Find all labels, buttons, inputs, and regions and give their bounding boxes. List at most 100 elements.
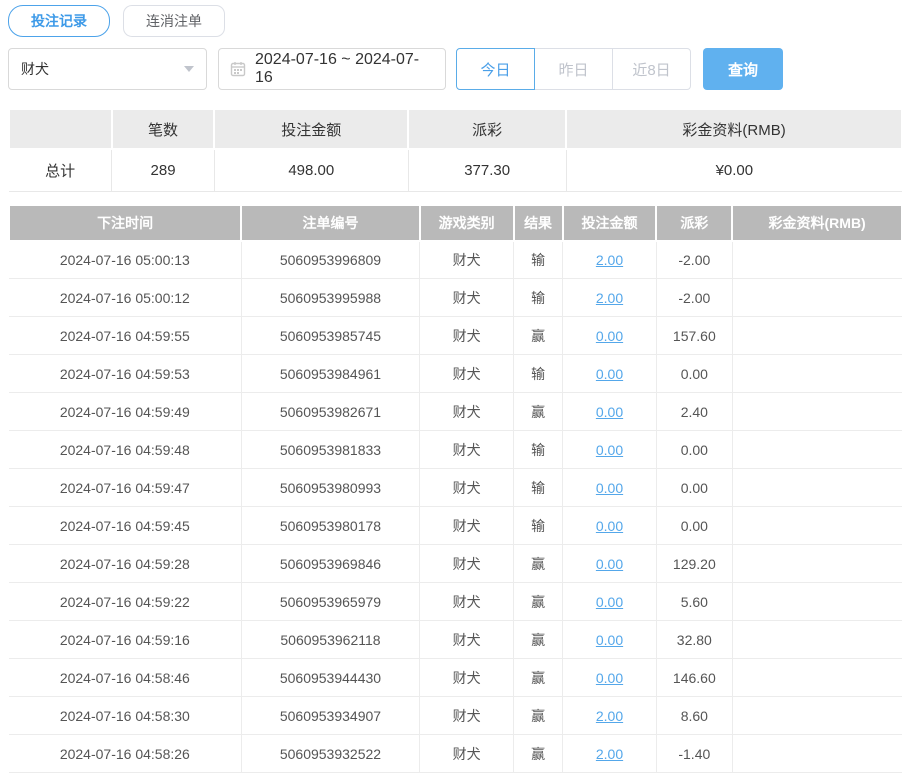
chevron-down-icon (184, 66, 194, 72)
bet-amount-link[interactable]: 0.00 (596, 556, 623, 572)
bet-amount-link[interactable]: 0.00 (596, 404, 623, 420)
header-bet-amount: 投注金额 (563, 205, 657, 241)
cell-order-number: 5060953984961 (241, 355, 420, 393)
table-row: 2024-07-16 04:59:49 5060953982671 财犬 赢 0… (9, 393, 902, 431)
cell-bet-amount: 0.00 (563, 583, 657, 621)
table-row: 2024-07-16 04:59:53 5060953984961 财犬 输 0… (9, 355, 902, 393)
bet-amount-link[interactable]: 2.00 (596, 290, 623, 306)
cell-bet-time: 2024-07-16 04:59:47 (9, 469, 241, 507)
cell-bonus (732, 241, 902, 279)
cell-game-type: 财犬 (420, 545, 514, 583)
cell-payout: 146.60 (656, 659, 732, 697)
bet-amount-link[interactable]: 0.00 (596, 518, 623, 534)
cell-bonus (732, 697, 902, 735)
cell-bonus (732, 507, 902, 545)
cell-bonus (732, 583, 902, 621)
cell-order-number: 5060953995988 (241, 279, 420, 317)
cell-game-type: 财犬 (420, 279, 514, 317)
cell-bonus (732, 659, 902, 697)
cell-game-type: 财犬 (420, 659, 514, 697)
cell-order-number: 5060953982671 (241, 393, 420, 431)
cell-bet-amount: 2.00 (563, 735, 657, 773)
cell-bet-time: 2024-07-16 04:58:30 (9, 697, 241, 735)
cell-result: 赢 (514, 583, 563, 621)
record-type-tabs: 投注记录 连消注单 (8, 5, 903, 37)
game-select[interactable]: 财犬 (8, 48, 207, 90)
cell-order-number: 5060953965979 (241, 583, 420, 621)
table-row: 2024-07-16 04:58:46 5060953944430 财犬 赢 0… (9, 659, 902, 697)
cell-game-type: 财犬 (420, 355, 514, 393)
bet-amount-link[interactable]: 2.00 (596, 252, 623, 268)
cell-result: 赢 (514, 621, 563, 659)
bet-amount-link[interactable]: 0.00 (596, 442, 623, 458)
cell-bet-time: 2024-07-16 04:59:48 (9, 431, 241, 469)
summary-header-count: 笔数 (112, 109, 215, 149)
table-row: 2024-07-16 04:59:48 5060953981833 财犬 输 0… (9, 431, 902, 469)
cell-payout: -2.00 (656, 279, 732, 317)
cell-bonus (732, 279, 902, 317)
cell-order-number: 5060953980178 (241, 507, 420, 545)
today-button[interactable]: 今日 (456, 48, 535, 90)
table-row: 2024-07-16 04:58:30 5060953934907 财犬 赢 2… (9, 697, 902, 735)
date-range-value: 2024-07-16 ~ 2024-07-16 (255, 51, 434, 87)
cell-order-number: 5060953932522 (241, 735, 420, 773)
cell-order-number: 5060953980993 (241, 469, 420, 507)
cell-order-number: 5060953962118 (241, 621, 420, 659)
summary-header-empty (9, 109, 112, 149)
cell-result: 赢 (514, 735, 563, 773)
cell-game-type: 财犬 (420, 507, 514, 545)
bet-amount-link[interactable]: 0.00 (596, 366, 623, 382)
bet-amount-link[interactable]: 0.00 (596, 480, 623, 496)
cell-order-number: 5060953985745 (241, 317, 420, 355)
tab-cancelled-orders-label: 连消注单 (146, 11, 202, 31)
cell-result: 赢 (514, 659, 563, 697)
betting-records-page: 投注记录 连消注单 财犬 2024-07-16 ~ 2024-07-16 (0, 0, 907, 773)
bet-amount-link[interactable]: 0.00 (596, 594, 623, 610)
table-row: 2024-07-16 04:59:28 5060953969846 财犬 赢 0… (9, 545, 902, 583)
cell-bet-amount: 0.00 (563, 621, 657, 659)
yesterday-button[interactable]: 昨日 (534, 48, 613, 90)
cell-order-number: 5060953934907 (241, 697, 420, 735)
tab-betting-records[interactable]: 投注记录 (8, 5, 110, 37)
summary-table: 笔数 投注金额 派彩 彩金资料(RMB) 总计 289 498.00 377.3… (8, 108, 903, 192)
summary-total-amount: 498.00 (214, 149, 408, 191)
filter-bar: 财犬 2024-07-16 ~ 2024-07-16 今日 昨日 近8日 查询 (8, 48, 903, 90)
cell-game-type: 财犬 (420, 393, 514, 431)
bet-amount-link[interactable]: 2.00 (596, 708, 623, 724)
cell-bet-time: 2024-07-16 04:59:55 (9, 317, 241, 355)
cell-bet-amount: 0.00 (563, 317, 657, 355)
last-8-days-button[interactable]: 近8日 (612, 48, 691, 90)
header-order-number: 注单编号 (241, 205, 420, 241)
cell-order-number: 5060953996809 (241, 241, 420, 279)
header-result: 结果 (514, 205, 563, 241)
cell-bet-amount: 0.00 (563, 507, 657, 545)
cell-bonus (732, 393, 902, 431)
table-row: 2024-07-16 04:59:47 5060953980993 财犬 输 0… (9, 469, 902, 507)
cell-payout: 0.00 (656, 469, 732, 507)
summary-total-payout: 377.30 (408, 149, 566, 191)
cell-bonus (732, 621, 902, 659)
bets-table: 下注时间 注单编号 游戏类别 结果 投注金额 派彩 彩金资料(RMB) 2024… (8, 204, 903, 773)
table-row: 2024-07-16 04:59:22 5060953965979 财犬 赢 0… (9, 583, 902, 621)
cell-result: 赢 (514, 393, 563, 431)
summary-total-label: 总计 (9, 149, 112, 191)
cell-bet-amount: 2.00 (563, 697, 657, 735)
cell-payout: 2.40 (656, 393, 732, 431)
cell-bonus (732, 545, 902, 583)
cell-game-type: 财犬 (420, 735, 514, 773)
date-range-input[interactable]: 2024-07-16 ~ 2024-07-16 (218, 48, 446, 90)
cell-payout: 32.80 (656, 621, 732, 659)
tab-cancelled-orders[interactable]: 连消注单 (123, 5, 225, 37)
bet-amount-link[interactable]: 0.00 (596, 670, 623, 686)
bet-amount-link[interactable]: 2.00 (596, 746, 623, 762)
bet-amount-link[interactable]: 0.00 (596, 328, 623, 344)
cell-bet-time: 2024-07-16 05:00:12 (9, 279, 241, 317)
bet-amount-link[interactable]: 0.00 (596, 632, 623, 648)
cell-bet-amount: 0.00 (563, 393, 657, 431)
query-button[interactable]: 查询 (703, 48, 783, 90)
table-row: 2024-07-16 04:58:26 5060953932522 财犬 赢 2… (9, 735, 902, 773)
summary-header-amount: 投注金额 (214, 109, 408, 149)
cell-bonus (732, 355, 902, 393)
cell-bet-time: 2024-07-16 04:59:16 (9, 621, 241, 659)
cell-payout: 0.00 (656, 355, 732, 393)
